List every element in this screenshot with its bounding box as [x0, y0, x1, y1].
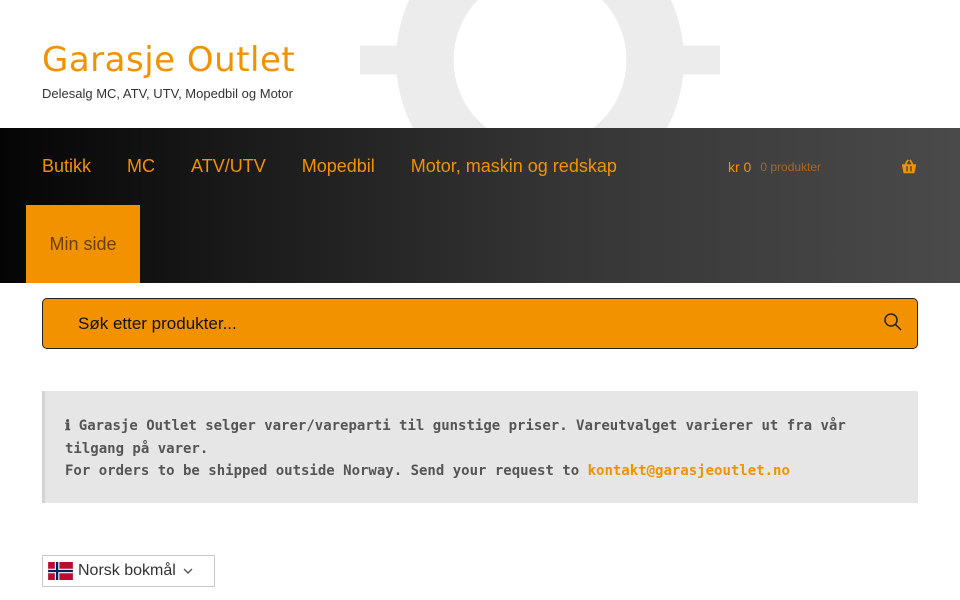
nav-item-mc[interactable]: MC [127, 156, 155, 177]
notice-text-line1: Garasje Outlet selger varer/vareparti ti… [65, 418, 846, 457]
nav-item-min-side[interactable]: Min side [26, 205, 140, 283]
store-notice: ℹ Garasje Outlet selger varer/vareparti … [42, 391, 918, 503]
contact-email-link[interactable]: kontakt@garasjeoutlet.no [588, 463, 790, 479]
language-selector[interactable]: Norsk bokmål [42, 555, 215, 587]
nav-menu: Butikk MC ATV/UTV Mopedbil Motor, maskin… [42, 128, 653, 205]
site-tagline: Delesalg MC, ATV, UTV, Mopedbil og Motor [42, 86, 293, 101]
search-icon[interactable] [883, 312, 903, 332]
notice-text-line2: For orders to be shipped outside Norway.… [65, 463, 580, 479]
basket-icon [901, 159, 917, 174]
cart-count: 0 produkter [760, 160, 822, 174]
site-branding: Garasje Outlet Delesalg MC, ATV, UTV, Mo… [42, 40, 295, 101]
nav-item-butikk[interactable]: Butikk [42, 156, 91, 177]
language-label: Norsk bokmål [78, 562, 176, 579]
chevron-down-icon [183, 568, 193, 574]
primary-navigation: Butikk MC ATV/UTV Mopedbil Motor, maskin… [0, 128, 960, 283]
info-icon: ℹ [65, 418, 71, 434]
nav-item-mopedbil[interactable]: Mopedbil [302, 156, 375, 177]
norway-flag-icon [48, 562, 73, 580]
site-title-link[interactable]: Garasje Outlet [42, 40, 295, 80]
nav-item-motor-maskin-redskap[interactable]: Motor, maskin og redskap [411, 156, 617, 177]
cart-total: kr 0 [728, 159, 752, 175]
header-cart[interactable]: kr 0 0 produkter [728, 158, 918, 176]
nav-item-atv-utv[interactable]: ATV/UTV [191, 156, 266, 177]
product-search [42, 298, 918, 349]
search-input[interactable] [78, 299, 878, 348]
